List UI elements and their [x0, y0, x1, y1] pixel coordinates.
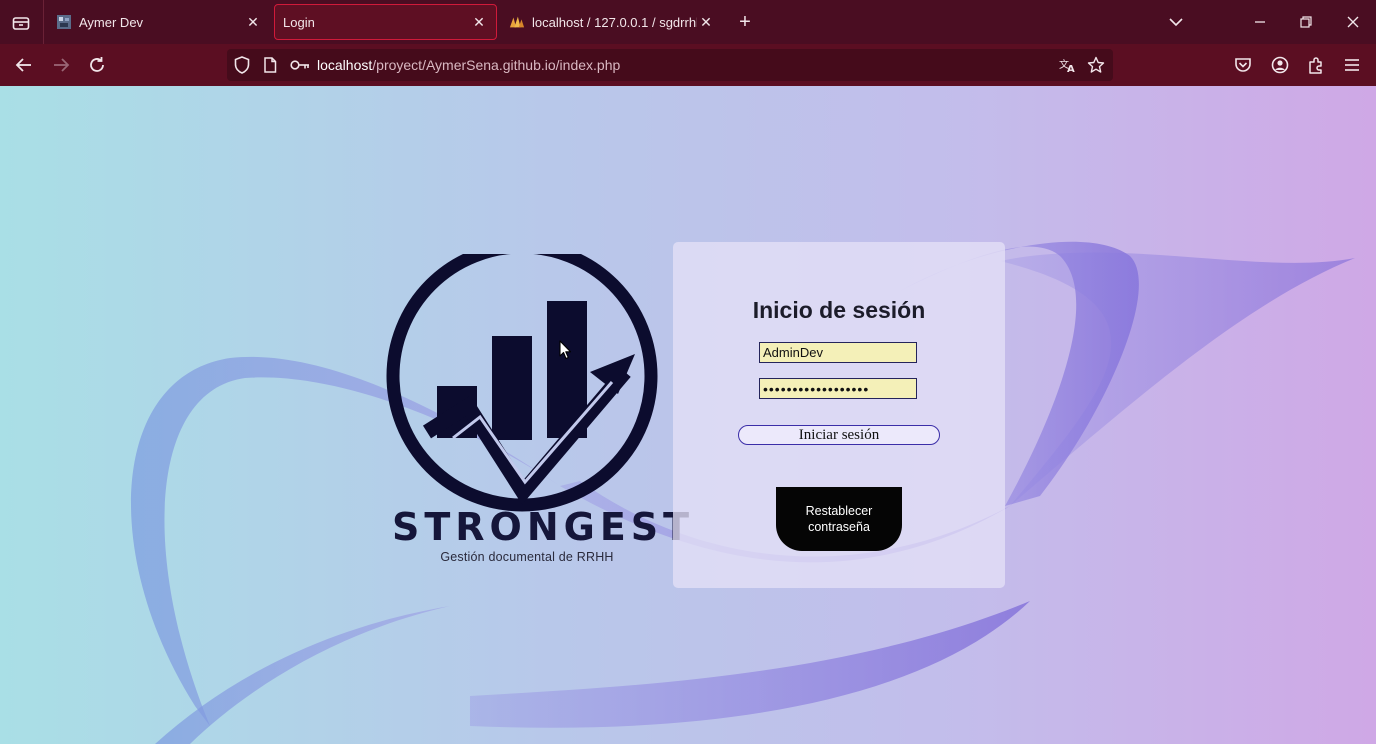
- close-window-icon[interactable]: [1341, 10, 1365, 34]
- new-tab-plus-icon[interactable]: +: [734, 11, 756, 33]
- url-text[interactable]: localhost/proyect/AymerSena.github.io/in…: [317, 57, 620, 73]
- brand-tagline: Gestión documental de RRHH: [440, 550, 614, 564]
- reload-icon[interactable]: [85, 53, 109, 77]
- close-tab-icon[interactable]: ✕: [244, 13, 262, 31]
- browser-tab-bar: Aymer Dev ✕ Login ✕ localhost / 127.0.0.…: [0, 0, 1376, 44]
- password-input[interactable]: [759, 378, 917, 399]
- tab-overflow-chevron-icon[interactable]: [1164, 10, 1188, 34]
- extensions-icon[interactable]: [1304, 53, 1328, 77]
- mouse-pointer-icon: [559, 340, 572, 360]
- bookmark-star-icon[interactable]: [1087, 56, 1105, 74]
- back-arrow-icon[interactable]: [12, 53, 36, 77]
- translate-icon[interactable]: 文A: [1059, 56, 1077, 74]
- tab-login[interactable]: Login ✕: [274, 4, 497, 40]
- tab-title: Aymer Dev: [79, 14, 144, 30]
- login-form-card: Inicio de sesión Iniciar sesión Restable…: [673, 242, 1005, 588]
- brand-name: STRONGEST: [392, 505, 695, 549]
- key-icon[interactable]: [289, 56, 311, 74]
- phpmyadmin-icon: [509, 14, 525, 30]
- login-title: Inicio de sesión: [752, 297, 926, 323]
- restore-window-icon[interactable]: [1294, 10, 1318, 34]
- username-input[interactable]: [759, 342, 917, 363]
- forward-arrow-icon[interactable]: [49, 53, 73, 77]
- url-path: /proyect/AymerSena.github.io/index.php: [372, 57, 621, 73]
- close-tab-icon[interactable]: ✕: [470, 13, 488, 31]
- page-viewport: STRONGEST Gestión documental de RRHH Ini…: [0, 86, 1376, 744]
- login-submit-button[interactable]: Iniciar sesión: [738, 425, 940, 445]
- minimize-window-icon[interactable]: [1248, 10, 1272, 34]
- tab-list-icon[interactable]: [8, 10, 34, 36]
- tab-title: localhost / 127.0.0.1 / sgdrrhhb: [532, 14, 697, 30]
- page-info-icon[interactable]: [261, 56, 279, 74]
- shield-icon[interactable]: [233, 56, 251, 74]
- menu-hamburger-icon[interactable]: [1340, 53, 1364, 77]
- tab-aymer-dev[interactable]: Aymer Dev ✕: [48, 4, 270, 40]
- address-bar[interactable]: localhost/proyect/AymerSena.github.io/in…: [227, 49, 1113, 81]
- close-tab-icon[interactable]: ✕: [697, 13, 715, 31]
- url-host: localhost: [317, 57, 373, 73]
- pixel-art-favicon-icon: [56, 14, 72, 30]
- tab-phpmyadmin[interactable]: localhost / 127.0.0.1 / sgdrrhhb ✕: [501, 4, 723, 40]
- svg-text:A: A: [1067, 64, 1075, 73]
- pocket-icon[interactable]: [1231, 53, 1255, 77]
- account-icon[interactable]: [1268, 53, 1292, 77]
- tab-separator: [43, 0, 44, 44]
- tab-title: Login: [283, 14, 315, 30]
- reset-password-button[interactable]: Restablecer contraseña: [776, 487, 902, 551]
- browser-navigation-bar: localhost/proyect/AymerSena.github.io/in…: [0, 44, 1376, 86]
